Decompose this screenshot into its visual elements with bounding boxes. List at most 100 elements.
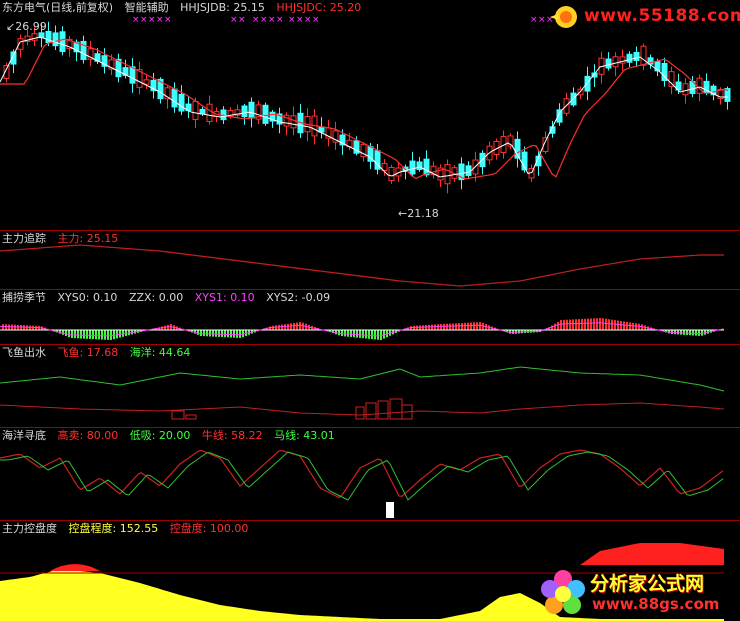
candle-body — [59, 31, 66, 53]
candle-body — [633, 51, 640, 62]
histogram-bar — [290, 323, 292, 330]
low-arrow-icon: ← — [398, 207, 408, 220]
signal-marker-icon: × — [530, 15, 538, 25]
histogram-bar — [62, 330, 64, 335]
histogram-bar — [230, 330, 232, 338]
fenxijia-logo: 分析家公式网 www.88gs.com — [536, 567, 736, 619]
histogram-bar — [572, 319, 574, 330]
histogram-bar — [632, 322, 634, 330]
histogram-bar — [611, 319, 613, 330]
histogram-bar — [476, 322, 478, 330]
histogram-bar — [563, 319, 565, 330]
histogram-bar — [689, 330, 691, 336]
histogram-bar — [107, 330, 109, 340]
candle-body — [171, 88, 178, 108]
histogram-bar — [293, 322, 295, 330]
histogram-bar — [233, 330, 235, 338]
watermark-55188: www.55188.com — [544, 2, 740, 32]
histogram-bar — [683, 330, 685, 335]
panel-title: 主力追踪 — [2, 232, 46, 245]
histogram-bar — [554, 323, 556, 330]
histogram-bar — [431, 324, 433, 330]
histogram-bar — [596, 318, 598, 330]
histogram-bar — [581, 318, 583, 330]
signal-marker-icon: × — [260, 15, 268, 25]
histogram-bar — [209, 330, 211, 337]
histogram-bar — [95, 330, 97, 340]
xys0-value: XYS0: 0.10 — [57, 291, 118, 304]
histogram-bar — [428, 324, 430, 330]
histogram-bar — [449, 323, 451, 330]
histogram-bar — [98, 330, 100, 340]
panel-bulao-jijie[interactable]: 捕捞季节 XYS0: 0.10 ZZX: 0.00 XYS1: 0.10 XYS… — [0, 290, 740, 344]
histogram-bar — [617, 320, 619, 330]
histogram-bar — [377, 330, 379, 340]
histogram-bar — [341, 330, 343, 337]
maxian-line — [0, 451, 724, 501]
candle-body — [423, 158, 430, 176]
histogram-bar — [17, 324, 19, 330]
histogram-bar — [197, 330, 199, 335]
histogram-bar — [296, 322, 298, 330]
histogram-bar — [620, 321, 622, 330]
candle-body — [605, 58, 612, 69]
signal-marker-icon: × — [230, 15, 238, 25]
histogram-bar — [365, 330, 367, 339]
histogram-bar — [86, 330, 88, 339]
signal-marker-icon: × — [304, 15, 312, 25]
histogram-bar — [455, 323, 457, 330]
feiyu-box — [185, 414, 197, 420]
signal-marker-icon: × — [148, 15, 156, 25]
candle-body — [241, 105, 248, 118]
signal-marker-icon: × — [238, 15, 246, 25]
candle-body — [612, 56, 619, 68]
kongpan-red-area — [50, 564, 100, 571]
candle-body — [129, 66, 136, 84]
histogram-bar — [443, 323, 445, 330]
high-price-label: ↙26.99 — [6, 20, 47, 33]
histogram-bar — [473, 322, 475, 330]
histogram-bar — [614, 320, 616, 330]
histogram-bar — [440, 324, 442, 330]
histogram-bar — [89, 330, 91, 339]
histogram-bar — [203, 330, 205, 337]
kline-chart[interactable]: × × × × × × × × × × × × × × × × × × — [0, 0, 740, 230]
histogram-bar — [578, 319, 580, 330]
candle-body — [388, 166, 395, 182]
candle-body — [626, 53, 633, 63]
histogram-bar — [593, 318, 595, 330]
indicator-name: 智能辅助 — [124, 1, 169, 14]
panel-title: 飞鱼出水 — [2, 346, 46, 359]
logo-url: www.88gs.com — [592, 595, 720, 613]
histogram-bar — [446, 323, 448, 330]
histogram-bar — [239, 330, 241, 338]
histogram-bar — [569, 319, 571, 330]
niuxian-value: 牛线: 58.22 — [201, 429, 263, 442]
histogram-bar — [101, 330, 103, 340]
candle-body — [206, 103, 213, 122]
panel-header: 捕捞季节 XYS0: 0.10 ZZX: 0.00 XYS1: 0.10 XYS… — [2, 291, 338, 304]
zhuli-line — [0, 244, 724, 287]
candle-body — [654, 61, 661, 72]
flower-logo-icon — [541, 570, 585, 614]
panel-zhuli-zhuizong[interactable]: 主力追踪 主力: 25.15 — [0, 231, 740, 289]
stock-title: 东方电气(日线,前复权) — [2, 1, 114, 14]
candle-body — [290, 115, 297, 129]
kline-panel[interactable]: × × × × × × × × × × × × × × × × × × 东方电气(日线,前复权) 智能辅助 HHJ… — [0, 0, 740, 230]
histogram-bar — [80, 330, 82, 339]
histogram-bar — [557, 321, 559, 330]
hhjsjdb-value: HHJSJDB: 25.15 — [180, 1, 265, 14]
panel-haiyang-xundi[interactable]: 海洋寻底 高卖: 80.00 低吸: 20.00 牛线: 58.22 马线: 4… — [0, 428, 740, 520]
hand-logo-icon — [550, 6, 577, 28]
candle-body — [640, 45, 647, 66]
feiyu-box — [365, 402, 377, 420]
panel-header: 飞鱼出水 飞鱼: 17.68 海洋: 44.64 — [2, 346, 198, 359]
histogram-bar — [356, 330, 358, 338]
histogram-bar — [602, 318, 604, 330]
panel-feiyu-chushui[interactable]: 飞鱼出水 飞鱼: 17.68 海洋: 44.64 — [0, 345, 740, 427]
watermark-url: www.55188.com — [584, 6, 740, 26]
histogram-bar — [635, 323, 637, 330]
histogram-bar — [215, 330, 217, 337]
candle-body — [444, 164, 451, 185]
histogram-bar — [224, 330, 226, 338]
